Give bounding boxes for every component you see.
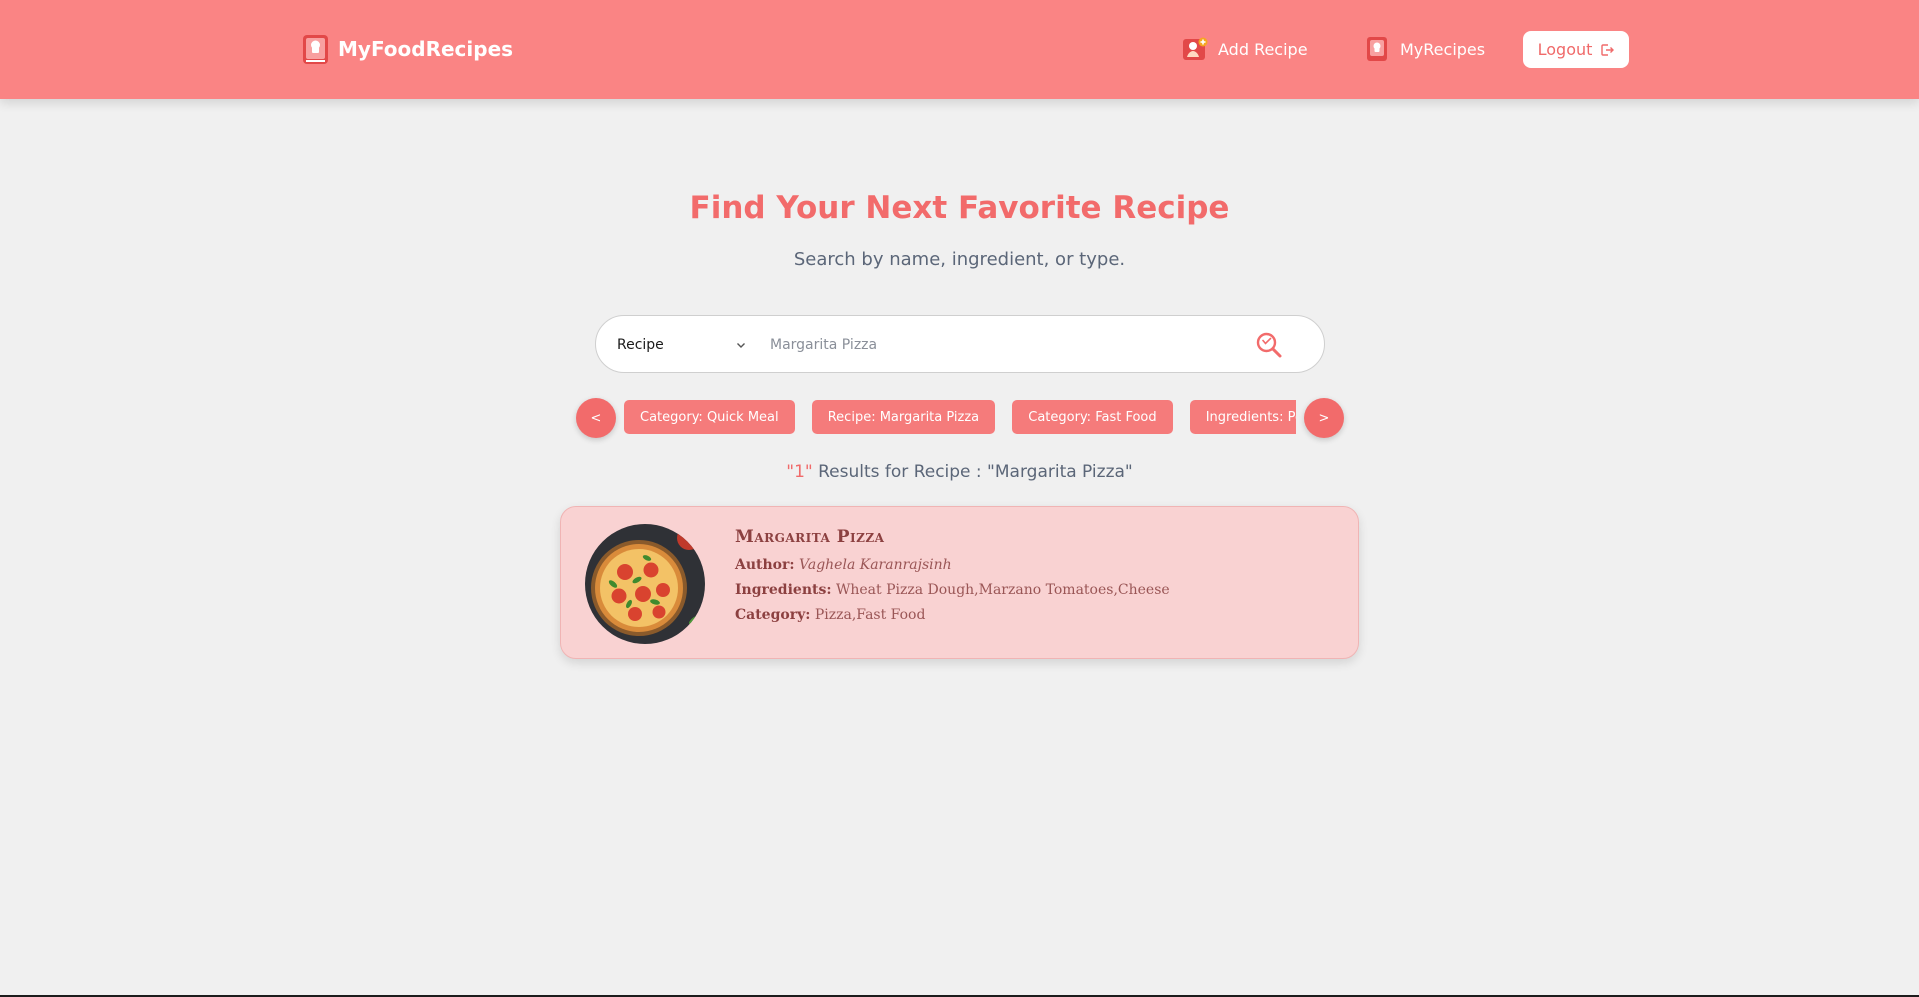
results-count: "1" (786, 462, 813, 482)
page-subtitle: Search by name, ingredient, or type. (793, 249, 1126, 270)
nav-my-recipes-label: MyRecipes (1400, 39, 1486, 59)
chevron-down-icon (737, 343, 745, 348)
logout-label: Logout (1537, 40, 1593, 59)
page-title: Find Your Next Favorite Recipe (689, 190, 1230, 226)
recipe-category-label: Category: (735, 607, 811, 623)
logout-arrow-icon (1601, 43, 1615, 56)
recipe-author: Author: Vaghela Karanrajsinh (735, 557, 1170, 573)
brand-logo[interactable]: MyFoodRecipes (302, 32, 513, 66)
recipe-ingredients-label: Ingredients: (735, 582, 832, 598)
results-text: Results for Recipe : "Margarita Pizza" (812, 462, 1133, 482)
recipe-image (585, 524, 705, 644)
recipe-title[interactable]: Margarita Pizza (735, 527, 1170, 547)
recipe-author-value: Vaghela Karanrajsinh (799, 557, 952, 573)
search-type-value: Recipe (617, 337, 664, 353)
search-type-select[interactable]: Recipe (617, 334, 747, 356)
search-input[interactable] (770, 334, 1250, 356)
brand-name: MyFoodRecipes (338, 37, 514, 61)
recipe-book-icon (1367, 37, 1387, 61)
recipe-ingredients-value: Wheat Pizza Dough,Marzano Tomatoes,Chees… (835, 582, 1170, 598)
top-navbar: MyFoodRecipes Add Recipe MyRecipes Logou… (0, 0, 1919, 99)
suggestion-chip[interactable]: Ingredients: Potato (1189, 400, 1296, 434)
recipe-author-label: Author: (735, 557, 795, 573)
recipe-card[interactable]: Margarita Pizza Author: Vaghela Karanraj… (560, 506, 1359, 659)
recipe-category-value: Pizza,Fast Food (814, 607, 926, 623)
recipe-details: Margarita Pizza Author: Vaghela Karanraj… (735, 527, 1170, 632)
nav-add-recipe[interactable]: Add Recipe (1182, 34, 1308, 64)
suggestion-chips: Category: Quick Meal Recipe: Margarita P… (624, 400, 1296, 434)
nav-add-recipe-label: Add Recipe (1218, 39, 1308, 59)
recipe-category: Category: Pizza,Fast Food (735, 607, 1170, 623)
suggestion-chip[interactable]: Category: Fast Food (1012, 400, 1173, 434)
recipe-book-icon (303, 34, 328, 64)
chips-scroll-right-button[interactable]: > (1304, 398, 1344, 438)
results-summary: "1" Results for Recipe : "Margarita Pizz… (0, 462, 1919, 482)
nav-my-recipes[interactable]: MyRecipes (1364, 34, 1485, 64)
recipe-ingredients: Ingredients: Wheat Pizza Dough,Marzano T… (735, 582, 1170, 598)
logout-button[interactable]: Logout (1523, 31, 1629, 68)
search-magnifier-icon[interactable] (1254, 330, 1284, 360)
chef-add-icon (1183, 37, 1208, 60)
chips-scroll-left-button[interactable]: < (576, 398, 616, 438)
search-bar: Recipe (595, 315, 1325, 373)
suggestion-chip[interactable]: Recipe: Margarita Pizza (811, 400, 996, 434)
suggestion-chip[interactable]: Category: Quick Meal (624, 400, 795, 434)
